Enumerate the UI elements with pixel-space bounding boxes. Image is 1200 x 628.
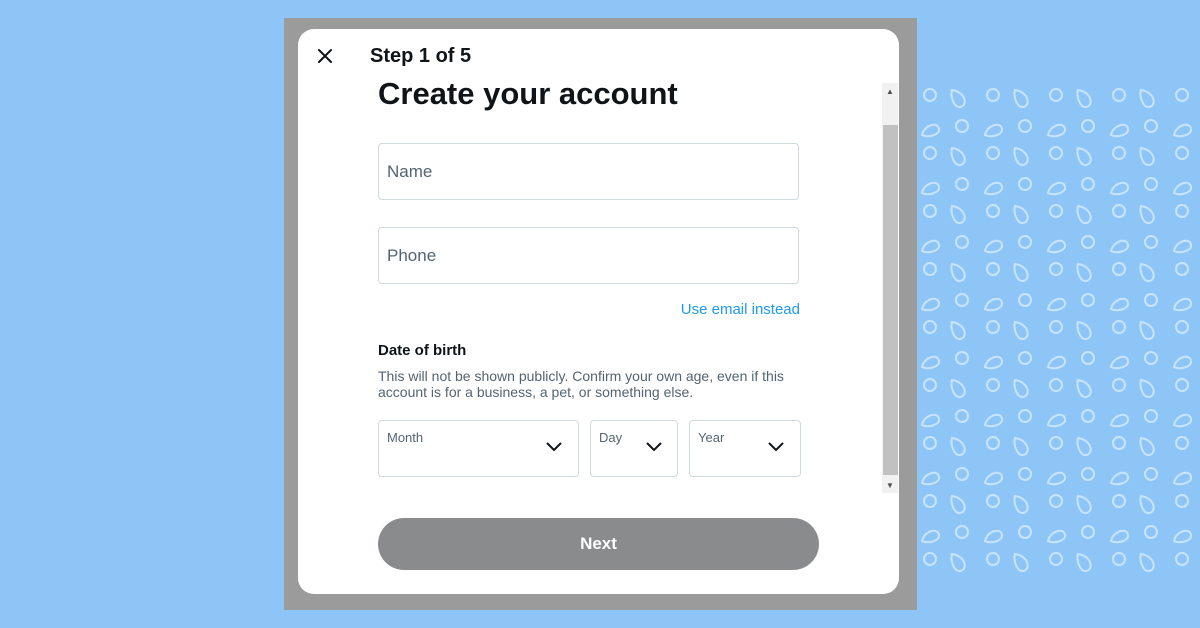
phone-field[interactable] <box>378 227 799 284</box>
scroll-thumb[interactable] <box>883 125 898 475</box>
chevron-down-icon <box>768 442 784 452</box>
dob-description: This will not be shown publicly. Confirm… <box>378 368 784 400</box>
chevron-down-icon <box>546 442 562 452</box>
day-select[interactable]: Day <box>590 420 678 477</box>
year-label: Year <box>698 430 725 445</box>
page-title: Create your account <box>378 76 678 111</box>
chevron-down-icon <box>646 442 662 452</box>
day-label: Day <box>599 430 623 445</box>
scroll-up-arrow-icon[interactable]: ▲ <box>882 83 898 99</box>
use-email-link[interactable]: Use email instead <box>678 301 800 319</box>
close-button[interactable] <box>312 45 338 67</box>
phone-input[interactable] <box>379 228 798 283</box>
name-field[interactable] <box>378 143 799 200</box>
month-label: Month <box>387 430 424 445</box>
step-indicator: Step 1 of 5 <box>370 45 472 67</box>
month-select[interactable]: Month <box>378 420 579 477</box>
year-select[interactable]: Year <box>689 420 801 477</box>
dob-heading: Date of birth <box>378 342 467 359</box>
scroll-down-arrow-icon[interactable]: ▼ <box>882 477 898 493</box>
scrollbar[interactable]: ▲ ▼ <box>882 83 898 493</box>
name-input[interactable] <box>379 144 798 199</box>
signup-modal: Step 1 of 5 Create your account Use emai… <box>298 29 899 594</box>
next-button[interactable]: Next <box>378 518 819 570</box>
close-icon <box>318 49 332 63</box>
